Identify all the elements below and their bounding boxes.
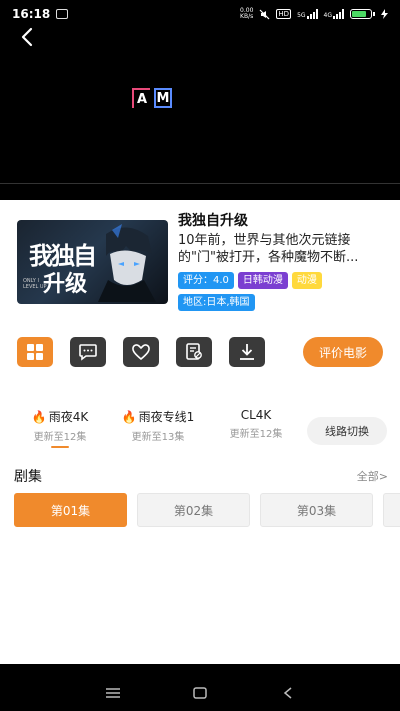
rating-tag: 评分：4.0 bbox=[178, 272, 234, 289]
line-option-2[interactable]: 🔥 雨夜专线1 更新至13集 bbox=[112, 408, 204, 444]
back-arrow-icon bbox=[21, 27, 33, 47]
episodes-header: 剧集 全部> bbox=[14, 466, 388, 486]
fire-icon: 🔥 bbox=[31, 409, 47, 424]
system-nav-bar bbox=[0, 676, 400, 711]
status-time: 16:18 bbox=[12, 7, 51, 21]
episode-button-next-partial[interactable] bbox=[383, 493, 400, 527]
episode-button-03[interactable]: 第03集 bbox=[260, 493, 373, 527]
show-description: 10年前，世界与其他次元链接的"门"被打开，各种魔物不断... bbox=[178, 233, 359, 265]
back-button[interactable] bbox=[14, 24, 40, 50]
source-lines: 🔥 雨夜4K 更新至12集 🔥 雨夜专线1 更新至13集 CL4K 更新至12集 线… bbox=[0, 408, 400, 454]
logo-letter-a: A bbox=[132, 88, 150, 108]
grid-icon bbox=[27, 344, 43, 360]
signal-icon: 5G bbox=[297, 9, 318, 19]
hd-icon: HD bbox=[276, 9, 292, 19]
poster-image[interactable]: 我独自 升级 ONLY I LEVEL UP bbox=[17, 220, 168, 304]
episode-list: 第01集 第02集 第03集 bbox=[14, 493, 400, 527]
character-illustration bbox=[98, 224, 156, 302]
home-icon bbox=[193, 687, 207, 699]
video-player[interactable]: 16:18 0.00 KB/s HD 5G 4G A M bbox=[0, 0, 400, 200]
tag-row-2: 地区:日本,韩国 bbox=[178, 294, 255, 311]
episodes-grid-button[interactable] bbox=[17, 337, 53, 367]
line-option-1[interactable]: 🔥 雨夜4K 更新至12集 bbox=[22, 408, 98, 448]
poster-caption: ONLY I LEVEL UP bbox=[23, 278, 47, 290]
favorite-button[interactable] bbox=[123, 337, 159, 367]
episodes-title: 剧集 bbox=[14, 469, 42, 485]
show-title: 我独自升级 bbox=[178, 213, 248, 229]
notification-icon bbox=[56, 9, 69, 19]
episode-button-01[interactable]: 第01集 bbox=[14, 493, 127, 527]
battery-icon bbox=[350, 9, 375, 19]
line-option-3[interactable]: CL4K 更新至12集 bbox=[218, 408, 294, 440]
heart-icon bbox=[132, 344, 150, 361]
episodes-all-link[interactable]: 全部> bbox=[357, 468, 388, 484]
back-triangle-icon bbox=[283, 687, 292, 699]
line-update-status: 更新至13集 bbox=[131, 432, 185, 443]
signal-icon-2: 4G bbox=[324, 9, 344, 19]
switch-line-button[interactable]: 线路切换 bbox=[307, 417, 387, 445]
line-update-status: 更新至12集 bbox=[229, 429, 283, 440]
active-line-indicator bbox=[51, 446, 69, 448]
comment-button[interactable] bbox=[70, 337, 106, 367]
player-control-strip bbox=[0, 183, 400, 200]
back-nav-button[interactable] bbox=[278, 684, 298, 702]
menu-icon bbox=[106, 688, 120, 698]
home-nav-button[interactable] bbox=[190, 684, 210, 702]
report-icon bbox=[186, 343, 202, 360]
episode-button-02[interactable]: 第02集 bbox=[137, 493, 250, 527]
player-logo: A M bbox=[132, 88, 172, 108]
download-button[interactable] bbox=[229, 337, 265, 367]
status-bar: 16:18 0.00 KB/s HD 5G 4G bbox=[0, 0, 400, 28]
line-update-status: 更新至12集 bbox=[33, 432, 87, 443]
action-bar: 评价电影 bbox=[0, 337, 400, 369]
report-button[interactable] bbox=[176, 337, 212, 367]
rate-movie-button[interactable]: 评价电影 bbox=[303, 337, 383, 367]
net-speed: 0.00 KB/s bbox=[240, 7, 254, 20]
fire-icon: 🔥 bbox=[121, 409, 137, 424]
comment-icon bbox=[79, 344, 97, 361]
menu-nav-button[interactable] bbox=[103, 684, 123, 702]
region-tag: 地区:日本,韩国 bbox=[178, 294, 255, 311]
charging-icon bbox=[381, 9, 388, 19]
type-tag[interactable]: 动漫 bbox=[291, 272, 322, 289]
download-icon bbox=[240, 344, 254, 360]
genre-tag[interactable]: 日韩动漫 bbox=[237, 272, 288, 289]
mute-icon bbox=[259, 9, 270, 19]
status-icons: 0.00 KB/s HD 5G 4G bbox=[240, 8, 388, 20]
tag-row-1: 评分：4.0 日韩动漫 动漫 bbox=[178, 272, 322, 289]
logo-letter-m: M bbox=[154, 88, 172, 108]
